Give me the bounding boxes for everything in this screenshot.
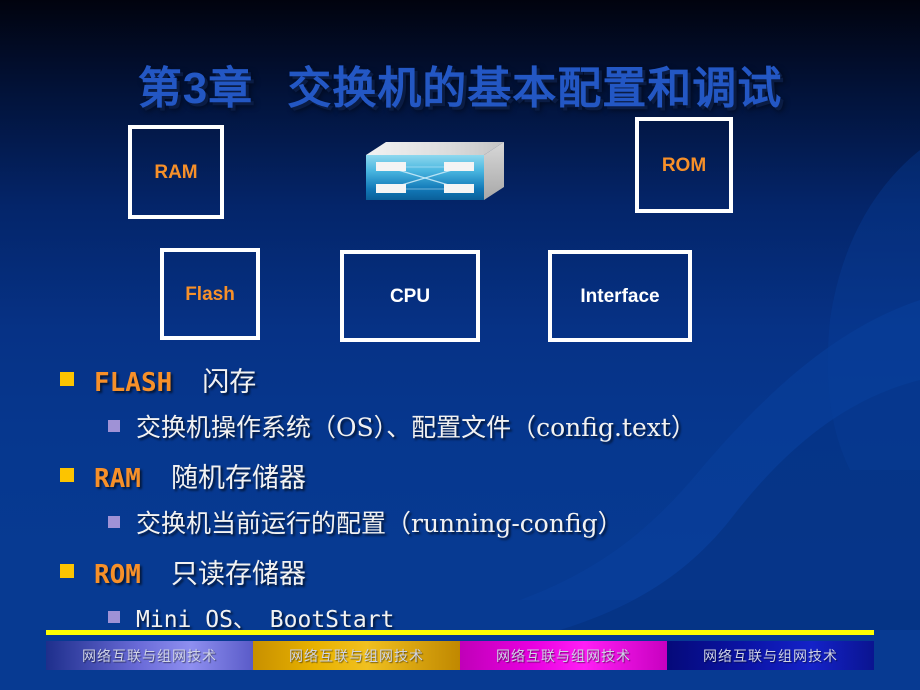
bullet-term-ram: RAM <box>94 464 141 494</box>
diagram-box-interface: Interface <box>548 250 692 342</box>
bullet-desc-flash: 闪存 <box>202 367 257 398</box>
bullet-level2-rom: Mini OS、 BootStart <box>60 600 890 644</box>
diagram-box-cpu-label: CPU <box>389 285 431 307</box>
sub-bullet-marker-square-icon <box>108 516 120 528</box>
bullet-level1-flash: FLASH 闪存 <box>60 360 890 404</box>
diagram-box-flash-label: Flash <box>185 283 235 305</box>
footer-segment-2: 网络互联与组网技术 <box>253 641 460 670</box>
footer-segment-1: 网络互联与组网技术 <box>46 641 253 670</box>
network-switch-icon <box>366 142 504 200</box>
sub-bullet-marker-square-icon <box>108 611 120 623</box>
bullet-level1-rom: ROM 只读存储器 <box>60 552 890 596</box>
bullet-marker-square-icon <box>60 372 74 386</box>
bullet-list: FLASH 闪存 交换机操作系统（OS）、配置文件（config.text） R… <box>60 360 890 648</box>
bullet-level2-ram: 交换机当前运行的配置（running-config） <box>60 504 890 548</box>
diagram-box-cpu: CPU <box>340 250 480 342</box>
title-main: 交换机的基本配置和调试 <box>287 64 783 113</box>
diagram-box-interface-label: Interface <box>580 285 660 307</box>
footer-divider-rule <box>46 630 874 635</box>
bullet-level2-flash: 交换机操作系统（OS）、配置文件（config.text） <box>60 408 890 452</box>
footer-segment-3: 网络互联与组网技术 <box>460 641 667 670</box>
diagram-box-rom-label: ROM <box>661 154 707 176</box>
bullet-desc-ram: 随机存储器 <box>170 463 306 494</box>
diagram-box-rom: ROM <box>635 117 733 213</box>
bullet-sub-ram: 交换机当前运行的配置（running-config） <box>136 509 623 538</box>
footer-bar: 网络互联与组网技术 网络互联与组网技术 网络互联与组网技术 网络互联与组网技术 <box>46 641 874 670</box>
footer-segment-4: 网络互联与组网技术 <box>667 641 874 670</box>
diagram-box-ram: RAM <box>128 125 224 219</box>
title-chapter: 第3章 <box>137 64 254 113</box>
diagram-box-ram-label: RAM <box>154 161 198 183</box>
bullet-term-rom: ROM <box>94 560 141 590</box>
diagram-box-flash: Flash <box>160 248 260 340</box>
sub-bullet-marker-square-icon <box>108 420 120 432</box>
presentation-slide: 第3章 交换机的基本配置和调试 RAM ROM Flash CPU Interfa… <box>0 0 920 690</box>
bullet-term-flash: FLASH <box>94 368 173 398</box>
bullet-desc-rom: 只读存储器 <box>170 559 306 590</box>
bullet-marker-square-icon <box>60 564 74 578</box>
bullet-sub-rom: Mini OS、 BootStart <box>136 607 395 633</box>
bullet-marker-square-icon <box>60 468 74 482</box>
slide-title: 第3章 交换机的基本配置和调试 <box>0 52 920 116</box>
bullet-sub-flash: 交换机操作系统（OS）、配置文件（config.text） <box>136 413 696 442</box>
bullet-level1-ram: RAM 随机存储器 <box>60 456 890 500</box>
